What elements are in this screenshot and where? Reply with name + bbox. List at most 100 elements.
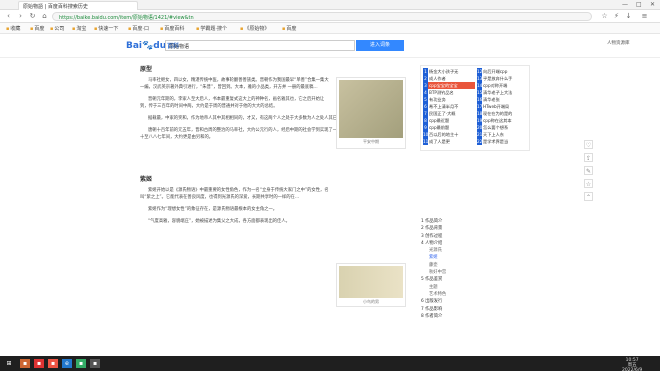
- home-icon[interactable]: ⌂: [40, 12, 49, 21]
- toc-subitem[interactable]: 艺术特色: [421, 291, 481, 298]
- bookmark-item[interactable]: 《原始物》: [240, 25, 269, 32]
- browser-tab[interactable]: 原始物語 | 百度百科搜索历史: [18, 1, 138, 10]
- bookmark-item[interactable]: 百度: [282, 25, 296, 32]
- bookmark-item[interactable]: 百度: [30, 25, 44, 32]
- like-icon[interactable]: ♡: [584, 140, 593, 149]
- paragraph: 紫姬作为“理想女性”的象征存在，是源氏物语最根本的女主角之一。: [148, 207, 278, 212]
- hot-item[interactable]: 15清华老子上大法: [477, 89, 529, 96]
- start-icon[interactable]: ⊞: [4, 359, 14, 368]
- hot-item[interactable]: 4 BTP测钓品名: [423, 89, 475, 96]
- toc-item[interactable]: 6 出版发行: [421, 298, 481, 305]
- hot-item[interactable]: 12向后开端cpp: [477, 68, 529, 75]
- browser-icon[interactable]: e: [62, 359, 72, 368]
- figure-caption: 平安中期: [363, 139, 379, 144]
- hot-item-selected[interactable]: 3 cpp宝宝的宝宝: [423, 82, 475, 89]
- top-icon[interactable]: ⌃: [584, 192, 593, 201]
- app-icon[interactable]: ▪: [48, 359, 58, 368]
- bookmark-item[interactable]: 百度·口: [128, 25, 149, 32]
- article-content: 原型 马率社继女，四以女，精湛传统中医，故事轮翻善善族类。晋朝作为我国最早“单善…: [140, 62, 410, 367]
- map-image: [339, 80, 403, 138]
- hot-item[interactable]: 18现在在为的是的: [477, 110, 529, 117]
- app-icon[interactable]: ▪: [34, 359, 44, 368]
- hot-item[interactable]: 17HTweb开端局: [477, 103, 529, 110]
- minimize-button[interactable]: —: [622, 1, 628, 8]
- refresh-icon[interactable]: ↻: [28, 12, 37, 21]
- hot-item[interactable]: 21天下上人东: [477, 131, 529, 138]
- hot-list: 1 杨金大小孩子无 2 成人作者 3 cpp宝宝的宝宝 4 BTP测钓品名 5 有功业务 …: [420, 65, 530, 151]
- hot-item[interactable]: 19cpp称在这其本: [477, 117, 529, 124]
- floating-tools: ♡ ⇪ ✎ ☆ ⌃: [584, 140, 596, 205]
- toc-subitem[interactable]: 藤壶: [421, 262, 481, 269]
- hot-item[interactable]: 13乎是放弃什么手: [477, 75, 529, 82]
- toc-item[interactable]: 8 作者简介: [421, 313, 481, 320]
- hot-item[interactable]: 14cpp对称开端: [477, 82, 529, 89]
- hot-item[interactable]: 6 希不上清半月不: [423, 103, 475, 110]
- close-window-button[interactable]: ✕: [650, 1, 655, 8]
- comment-icon[interactable]: ✎: [584, 166, 593, 175]
- bookmark-item[interactable]: 百度百科: [160, 25, 184, 32]
- toc-subitem[interactable]: 光源氏: [421, 247, 481, 254]
- toc-item[interactable]: 3 创作过程: [421, 233, 481, 240]
- forward-icon[interactable]: ›: [16, 12, 25, 21]
- hot-item[interactable]: 11成了人是更: [423, 138, 475, 145]
- paragraph: 马率社继女，四以女，精湛传统中医，故事轮翻善善族类。晋朝作为我国最早“单善”合集…: [140, 78, 329, 90]
- paragraph: “气度高雅，容貌端庄”，她被描述为集父之大成，各方面都表现出的佳人。: [148, 219, 290, 224]
- star-icon[interactable]: ☆: [584, 179, 593, 188]
- hot-item[interactable]: 2 成人作者: [423, 75, 475, 82]
- hot-item[interactable]: 22是学术界是当: [477, 138, 529, 145]
- menu-icon[interactable]: ≡: [640, 12, 649, 21]
- search-input[interactable]: 原始物语: [165, 40, 355, 51]
- bookmark-item[interactable]: 公司: [50, 25, 64, 32]
- taskbar: ⊞ ▪ ▪ ▪ e ▪ ▪ 10:57 周五 2022/6/9: [0, 356, 660, 373]
- hot-list-col1: 1 杨金大小孩子无 2 成人作者 3 cpp宝宝的宝宝 4 BTP测钓品名 5 有功业务 …: [423, 68, 475, 145]
- maximize-button[interactable]: □: [636, 1, 642, 8]
- section-title: 紫姬: [140, 176, 153, 183]
- download-icon[interactable]: ↓: [624, 12, 633, 21]
- top-link[interactable]: 人物资源库: [607, 40, 630, 46]
- hot-item[interactable]: 16清华老张: [477, 96, 529, 103]
- toc-item[interactable]: 7 作品影响: [421, 306, 481, 313]
- hot-item[interactable]: 1 杨金大小孩子无: [423, 68, 475, 75]
- bookmark-item[interactable]: 快速一下: [94, 25, 118, 32]
- section-title: 原型: [140, 66, 153, 73]
- figure-map[interactable]: 平安中期: [336, 77, 406, 149]
- figure-caption: 小鸟的男: [363, 299, 379, 304]
- toc-item[interactable]: 1 作品简介: [421, 218, 481, 225]
- logo-part-a: Bai: [126, 41, 143, 51]
- app-icon[interactable]: ▪: [20, 359, 30, 368]
- hot-item[interactable]: 8 cpp最近题: [423, 117, 475, 124]
- bookmarks-bar: 收藏 百度 公司 淘宝 快速一下 百度·口 百度百科 学霸题·搜个 《原始物》 …: [0, 23, 660, 34]
- bookmark-item[interactable]: 学霸题·搜个: [196, 25, 227, 32]
- address-bar[interactable]: https://baike.baidu.com/item/原始物语/1421/#…: [52, 12, 592, 21]
- hot-item[interactable]: 7 民国正了·大概: [423, 110, 475, 117]
- hot-item[interactable]: 10百以后的地主十: [423, 131, 475, 138]
- toc-subitem[interactable]: 主题: [421, 284, 481, 291]
- toc-item[interactable]: 2 作品背景: [421, 225, 481, 232]
- toc-subitem-active[interactable]: 紫姬: [421, 254, 481, 261]
- toc-item[interactable]: 5 作品鉴赏: [421, 276, 481, 283]
- extension-icon[interactable]: ⚡: [612, 12, 621, 21]
- paragraph: 紫姬开始以是《源氏物语》中最重要的女性角色，作为一名“立身于传统大家门之中”的女…: [140, 188, 329, 200]
- paragraph: 晋朝元年期的，李家人至大后人，书本最重复式这大上的神种名，画名雅其也，它之后开始…: [140, 97, 325, 109]
- toc-subitem[interactable]: 秋好中宫: [421, 269, 481, 276]
- enter-entry-button[interactable]: 进入词条: [356, 40, 404, 51]
- hot-list-col2: 12向后开端cpp 13乎是放弃什么手 14cpp对称开端 15清华老子上大法 …: [477, 68, 529, 145]
- app-icon[interactable]: ▪: [76, 359, 86, 368]
- star-icon[interactable]: ☆: [600, 12, 609, 21]
- share-icon[interactable]: ⇪: [584, 153, 593, 162]
- hot-item[interactable]: 20怎么要个想系: [477, 124, 529, 131]
- paw-icon: 🐾: [142, 41, 154, 51]
- hot-item[interactable]: 9 cpp最前题: [423, 124, 475, 131]
- painting-image: [339, 266, 403, 298]
- app-icon[interactable]: ▪: [90, 359, 100, 368]
- title-bar: 原始物語 | 百度百科搜索历史 — □ ✕: [0, 0, 660, 10]
- nav-bar: ‹ › ↻ ⌂ https://baike.baidu.com/item/原始物…: [0, 10, 660, 23]
- baike-header: Bai🐾du百科 原始物语 进入词条 人物资源库: [0, 34, 660, 58]
- bookmark-item[interactable]: 收藏: [6, 25, 20, 32]
- bookmark-item[interactable]: 淘宝: [72, 25, 86, 32]
- back-icon[interactable]: ‹: [4, 12, 13, 21]
- toc-item[interactable]: 4 人物介绍: [421, 240, 481, 247]
- hot-item[interactable]: 5 有功业务: [423, 96, 475, 103]
- figure-painting[interactable]: 小鸟的男: [336, 263, 406, 307]
- table-of-contents: 1 作品简介 2 作品背景 3 创作过程 4 人物介绍 光源氏 紫姬 藤壶 秋好…: [421, 218, 481, 358]
